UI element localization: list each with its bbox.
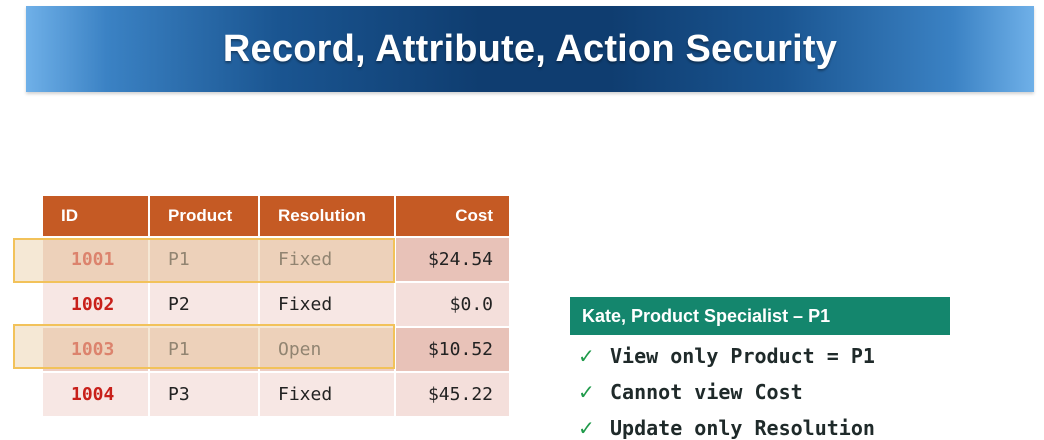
- list-item: ✓ View only Product = P1: [578, 338, 875, 374]
- cell-cost: $24.54: [395, 236, 509, 282]
- table-header-row: ID Product Resolution Cost: [43, 196, 509, 237]
- cell-cost: $45.22: [395, 371, 509, 416]
- table-row: 1004 P3 Fixed $45.22: [43, 371, 509, 416]
- table-row: 1003 P1 Open $10.52: [43, 326, 509, 372]
- cell-resolution: Fixed: [259, 281, 396, 327]
- check-icon: ✓: [578, 344, 595, 368]
- cell-product: P1: [149, 236, 260, 282]
- cell-product: P2: [149, 281, 260, 327]
- header-id: ID: [43, 196, 150, 237]
- permissions-title: Kate, Product Specialist – P1: [582, 305, 831, 326]
- header-product: Product: [149, 196, 260, 237]
- title-banner: Record, Attribute, Action Security: [26, 6, 1034, 92]
- slide-title: Record, Attribute, Action Security: [222, 27, 838, 70]
- list-item: ✓ Cannot view Cost: [578, 374, 875, 410]
- cell-id: 1003: [43, 326, 150, 372]
- cell-id: 1004: [43, 371, 150, 416]
- cell-resolution: Open: [259, 326, 396, 372]
- cell-product: P1: [149, 326, 260, 372]
- cell-resolution: Fixed: [259, 236, 396, 282]
- records-table: ID Product Resolution Cost 1001 P1 Fixed…: [43, 196, 509, 416]
- header-cost: Cost: [395, 196, 509, 237]
- check-icon: ✓: [578, 416, 595, 440]
- header-resolution: Resolution: [259, 196, 396, 237]
- cell-resolution: Fixed: [259, 371, 396, 416]
- permissions-header: Kate, Product Specialist – P1: [570, 297, 950, 335]
- check-icon: ✓: [578, 380, 595, 404]
- table-row: 1001 P1 Fixed $24.54: [43, 236, 509, 282]
- permission-text: View only Product = P1: [610, 344, 875, 368]
- cell-id: 1002: [43, 281, 150, 327]
- table-row: 1002 P2 Fixed $0.0: [43, 281, 509, 327]
- list-item: ✓ Update only Resolution: [578, 410, 875, 440]
- cell-product: P3: [149, 371, 260, 416]
- cell-cost: $0.0: [395, 281, 509, 327]
- slide: Record, Attribute, Action Security ID Pr…: [0, 0, 1044, 440]
- permission-text: Cannot view Cost: [610, 380, 803, 404]
- permission-text: Update only Resolution: [610, 416, 875, 440]
- permissions-list: ✓ View only Product = P1 ✓ Cannot view C…: [578, 338, 875, 440]
- records-table-container: ID Product Resolution Cost 1001 P1 Fixed…: [43, 196, 509, 416]
- cell-id: 1001: [43, 236, 150, 282]
- cell-cost: $10.52: [395, 326, 509, 372]
